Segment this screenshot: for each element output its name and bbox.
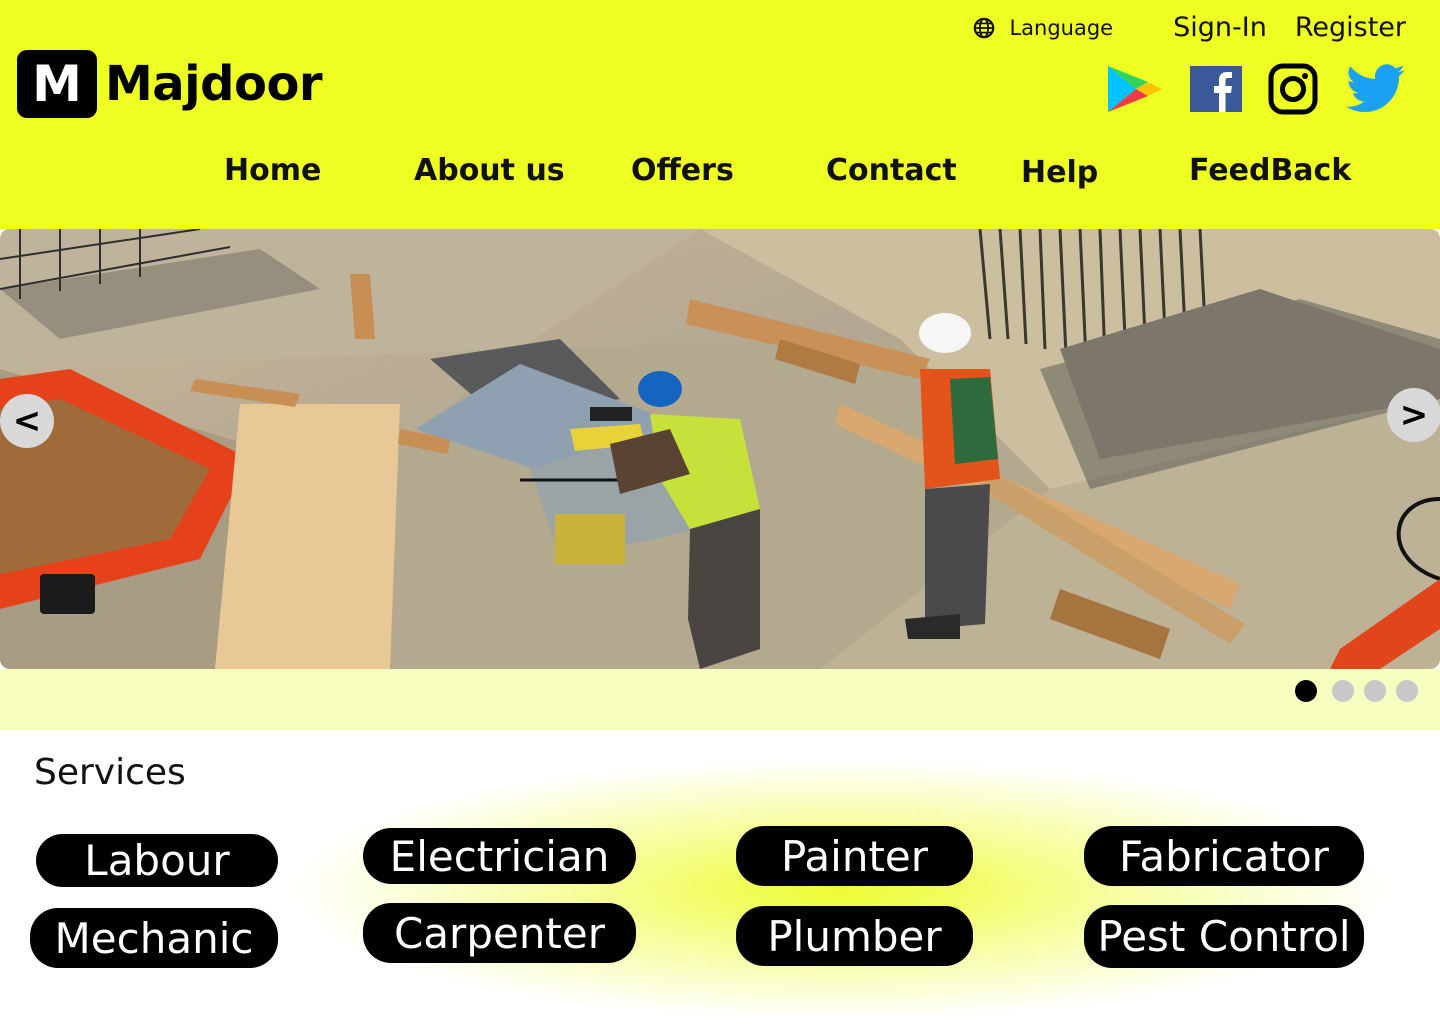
service-pest-control-button[interactable]: Pest Control <box>1084 905 1364 968</box>
carousel-prev-button[interactable]: < <box>0 394 54 448</box>
chevron-left-icon: < <box>12 401 42 441</box>
sign-in-link[interactable]: Sign-In <box>1173 12 1267 43</box>
hero-image <box>0 229 1440 669</box>
service-painter-button[interactable]: Painter <box>736 826 973 886</box>
nav-about-us[interactable]: About us <box>414 153 565 188</box>
brand-logo[interactable]: M Majdoor <box>17 50 323 118</box>
brand-name: Majdoor <box>105 56 323 112</box>
hero-carousel: < > <box>0 229 1440 669</box>
service-carpenter-button[interactable]: Carpenter <box>363 903 636 963</box>
service-mechanic-button[interactable]: Mechanic <box>30 908 278 968</box>
language-selector[interactable]: Language <box>973 16 1113 40</box>
service-plumber-button[interactable]: Plumber <box>736 906 973 966</box>
carousel-next-button[interactable]: > <box>1387 388 1440 442</box>
language-label: Language <box>1009 15 1114 40</box>
twitter-icon[interactable] <box>1344 64 1408 114</box>
top-links: Language Sign-In Register <box>973 12 1406 43</box>
chevron-right-icon: > <box>1399 395 1429 435</box>
services-section: Services Labour Electrician Painter Fabr… <box>0 730 1440 1024</box>
carousel-indicator-band <box>0 669 1440 730</box>
logo-mark: M <box>17 50 97 118</box>
social-links <box>1080 62 1408 116</box>
carousel-dot-4[interactable] <box>1396 680 1418 702</box>
nav-home[interactable]: Home <box>224 153 321 188</box>
carousel-dot-2[interactable] <box>1332 680 1354 702</box>
service-fabricator-button[interactable]: Fabricator <box>1084 826 1364 886</box>
instagram-icon[interactable] <box>1268 62 1318 116</box>
service-electrician-button[interactable]: Electrician <box>363 828 636 884</box>
services-title: Services <box>34 752 186 793</box>
nav-feedback[interactable]: FeedBack <box>1189 153 1351 188</box>
globe-icon <box>974 17 995 38</box>
nav-contact[interactable]: Contact <box>826 153 957 188</box>
main-nav: Home About us Offers Contact Help FeedBa… <box>0 150 1440 200</box>
nav-offers[interactable]: Offers <box>631 153 734 188</box>
service-labour-button[interactable]: Labour <box>36 834 278 887</box>
google-play-icon[interactable] <box>1106 64 1164 114</box>
facebook-icon[interactable] <box>1190 66 1242 112</box>
carousel-dot-3[interactable] <box>1364 680 1386 702</box>
register-link[interactable]: Register <box>1295 12 1406 43</box>
site-header: M Majdoor Language Sign-In Register Home… <box>0 0 1440 229</box>
nav-help[interactable]: Help <box>1021 155 1098 190</box>
carousel-dot-1[interactable] <box>1295 680 1317 702</box>
